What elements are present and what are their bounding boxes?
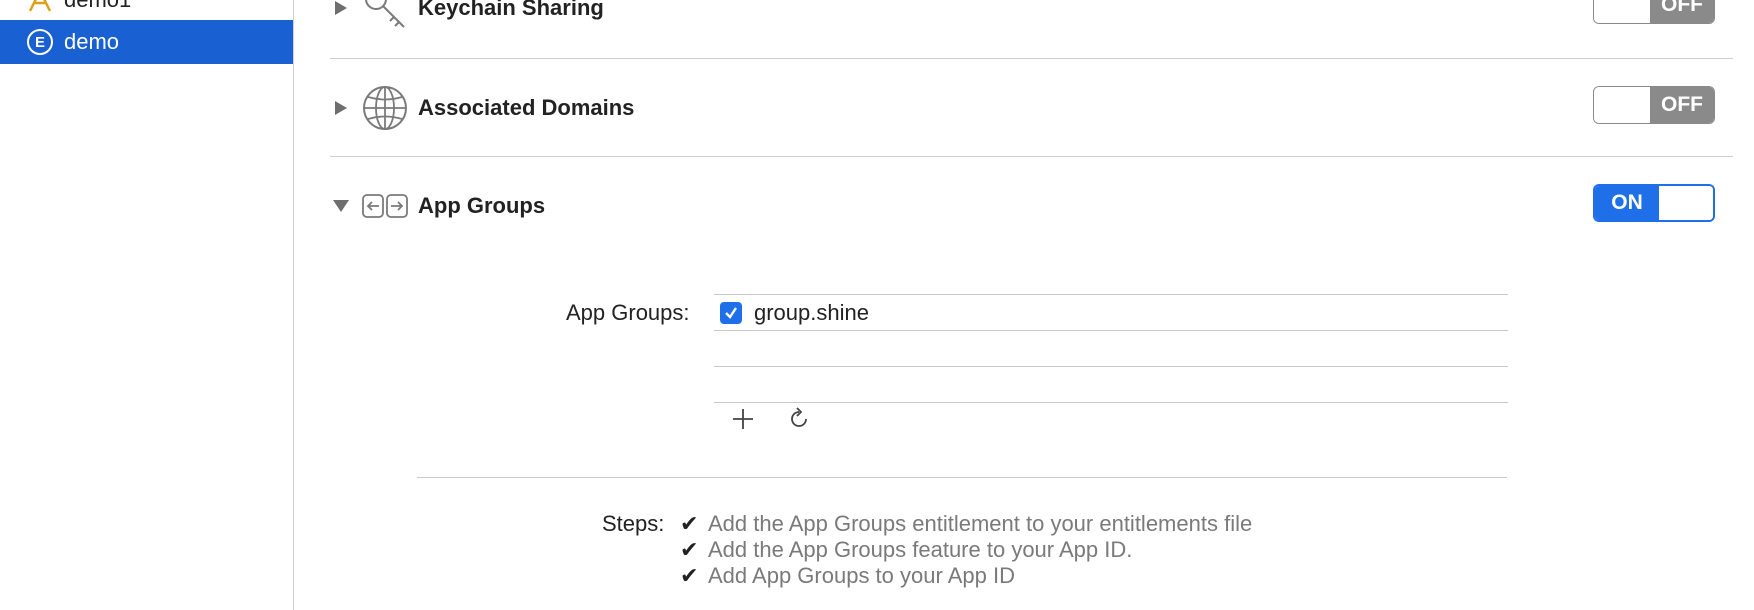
key-icon bbox=[360, 0, 410, 33]
app-icon bbox=[26, 0, 54, 14]
checkmark-icon: ✔ bbox=[680, 511, 699, 536]
toggle-state-label: ON bbox=[1595, 186, 1659, 220]
extension-icon: E bbox=[26, 28, 54, 56]
toggle-knob bbox=[1594, 87, 1650, 123]
group-name: group.shine bbox=[754, 299, 869, 325]
list-item-empty bbox=[714, 331, 1508, 366]
globe-icon bbox=[360, 83, 410, 133]
capability-app-groups: App Groups ON bbox=[330, 162, 1733, 250]
refresh-icon[interactable] bbox=[784, 404, 814, 434]
sidebar-item-label: demo bbox=[64, 29, 120, 54]
step-text: Add the App Groups entitlement to your e… bbox=[708, 511, 1253, 536]
toggle-state-label: OFF bbox=[1650, 87, 1714, 123]
disclosure-triangle-collapsed-icon[interactable] bbox=[330, 0, 352, 19]
sidebar-item-demo[interactable]: E demo bbox=[0, 20, 293, 64]
app-groups-toolbar bbox=[728, 404, 840, 434]
list-item-empty bbox=[714, 367, 1508, 402]
add-icon[interactable] bbox=[728, 404, 758, 434]
divider bbox=[417, 477, 1507, 478]
capability-associated-domains: Associated Domains OFF bbox=[330, 64, 1733, 152]
app-groups-icon bbox=[360, 181, 410, 231]
checkmark-icon: ✔ bbox=[680, 563, 699, 588]
divider bbox=[714, 402, 1508, 403]
group-checkbox[interactable] bbox=[720, 301, 742, 324]
target-sidebar: demo1 E demo bbox=[0, 0, 294, 610]
step-item: ✔ Add the App Groups entitlement to your… bbox=[680, 511, 1252, 537]
capability-title: App Groups bbox=[418, 193, 546, 218]
toggle-knob bbox=[1659, 186, 1713, 220]
app-groups-field-label: App Groups: bbox=[566, 300, 690, 325]
capability-title: Keychain Sharing bbox=[418, 0, 604, 20]
divider bbox=[330, 58, 1733, 59]
app-groups-toggle[interactable]: ON bbox=[1593, 184, 1715, 222]
app-groups-list: group.shine bbox=[714, 294, 1508, 403]
disclosure-triangle-expanded-icon[interactable] bbox=[330, 195, 352, 217]
capability-title: Associated Domains bbox=[418, 95, 635, 120]
sidebar-item-demo1[interactable]: demo1 bbox=[0, 0, 293, 22]
sidebar-item-label: demo1 bbox=[64, 0, 131, 13]
steps-label: Steps: bbox=[602, 511, 665, 536]
toggle-state-label: OFF bbox=[1650, 0, 1714, 23]
step-text: Add the App Groups feature to your App I… bbox=[708, 537, 1133, 562]
capability-keychain-sharing: Keychain Sharing OFF bbox=[330, 0, 1733, 52]
keychain-sharing-toggle[interactable]: OFF bbox=[1593, 0, 1715, 24]
step-item: ✔ Add App Groups to your App ID bbox=[680, 563, 1015, 589]
divider bbox=[330, 156, 1733, 157]
extension-icon-letter: E bbox=[27, 29, 53, 55]
disclosure-triangle-collapsed-icon[interactable] bbox=[330, 97, 352, 119]
checkmark-icon: ✔ bbox=[680, 537, 699, 562]
list-item[interactable]: group.shine bbox=[714, 295, 1508, 330]
associated-domains-toggle[interactable]: OFF bbox=[1593, 86, 1715, 124]
toggle-knob bbox=[1594, 0, 1650, 23]
step-item: ✔ Add the App Groups feature to your App… bbox=[680, 537, 1132, 563]
step-text: Add App Groups to your App ID bbox=[708, 563, 1015, 588]
